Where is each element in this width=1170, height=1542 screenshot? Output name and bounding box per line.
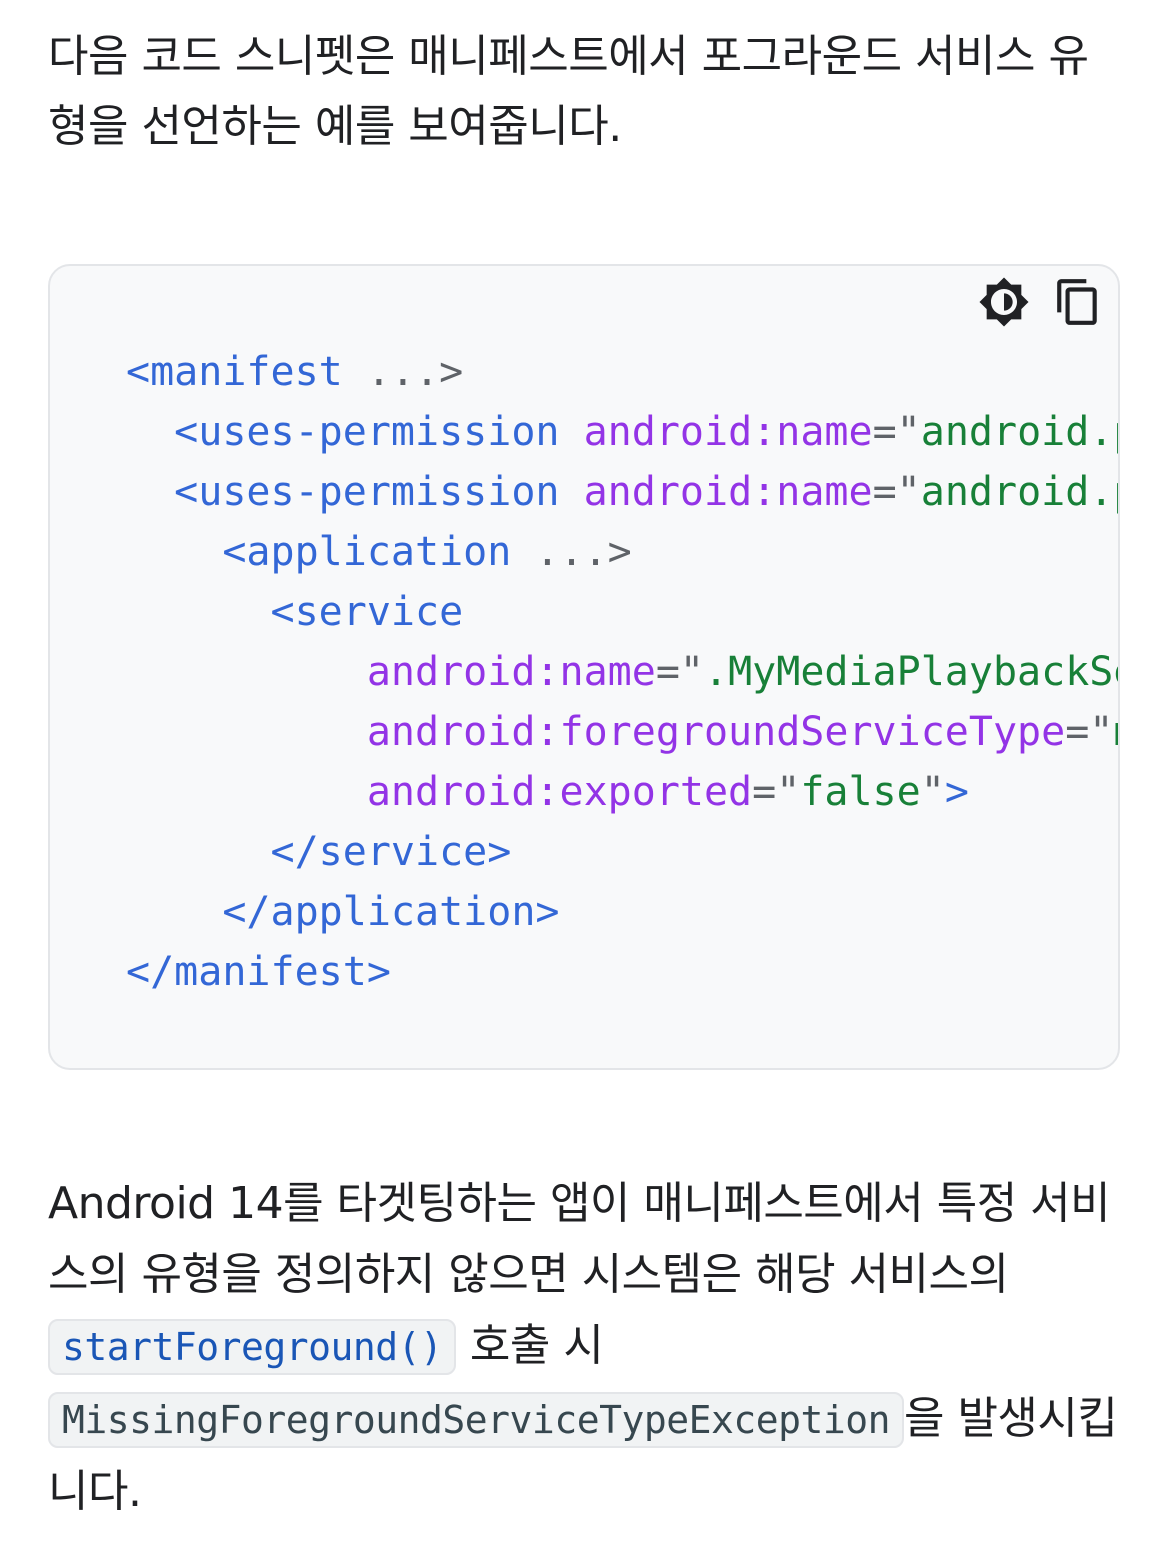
code-token-plain: " bbox=[920, 769, 945, 815]
code-line: <uses-permission android:name="android.p… bbox=[126, 462, 1118, 522]
code-token-plain: =" bbox=[752, 769, 801, 815]
inline-code-start-foreground[interactable]: startForeground() bbox=[48, 1319, 457, 1375]
copy-button[interactable] bbox=[1052, 276, 1104, 328]
code-toolbar bbox=[978, 276, 1104, 328]
code-token-plain: =" bbox=[872, 409, 921, 455]
code-token-tag: </manifest> bbox=[126, 949, 391, 995]
code-line: <service bbox=[126, 582, 1118, 642]
code-token-str: android.permission.FOREGROUND_SERVICE_ME… bbox=[920, 469, 1118, 515]
body-paragraph: Android 14를 타겟팅하는 앱이 매니페스트에서 특정 서비스의 유형을… bbox=[48, 1168, 1122, 1527]
code-line: <manifest ...> bbox=[126, 342, 1118, 402]
intro-paragraph: 다음 코드 스니펫은 매니페스트에서 포그라운드 서비스 유형을 선언하는 예를… bbox=[48, 31, 1089, 152]
code-token-tag: <uses-permission bbox=[174, 409, 560, 455]
body-text-before: Android 14를 타겟팅하는 앱이 매니페스트에서 특정 서비스의 유형을… bbox=[48, 1178, 1111, 1300]
code-token-tag: <service bbox=[270, 589, 464, 635]
code-token-attr: android:name bbox=[583, 409, 873, 455]
theme-toggle-button[interactable] bbox=[978, 276, 1030, 328]
code-line: <uses-permission android:name="android.p… bbox=[126, 402, 1120, 462]
code-line: android:exported="false"> bbox=[126, 762, 1118, 822]
code-line: </manifest> bbox=[126, 942, 1118, 1002]
code-token-attr: android:name bbox=[366, 649, 656, 695]
code-token-plain: =" bbox=[1065, 709, 1114, 755]
code-token-tag: <application bbox=[222, 529, 512, 575]
code-token-str: .MyMediaPlaybackService bbox=[703, 649, 1118, 695]
code-token-str: false bbox=[800, 769, 921, 815]
body-text-mid: 호출 시 bbox=[456, 1320, 604, 1371]
code-token-plain: =" bbox=[872, 469, 921, 515]
code-token-attr: android:foregroundServiceType bbox=[366, 709, 1066, 755]
brightness-theme-icon bbox=[979, 277, 1029, 327]
copy-icon bbox=[1057, 279, 1097, 325]
code-line: android:name=".MyMediaPlaybackService" bbox=[126, 642, 1118, 702]
code-token-plain: ...> bbox=[511, 529, 632, 575]
code-token-attr: android:exported bbox=[366, 769, 753, 815]
code-content: <manifest ...> <uses-permission android:… bbox=[126, 342, 1120, 1002]
inline-code-exception: MissingForegroundServiceTypeException bbox=[48, 1392, 904, 1448]
code-token-tag: </service> bbox=[270, 829, 512, 875]
code-token-tag: <manifest bbox=[126, 349, 343, 395]
code-token-plain: =" bbox=[655, 649, 704, 695]
code-token-str: mediaPlayback bbox=[1113, 709, 1118, 755]
code-line: <application ...> bbox=[126, 522, 1118, 582]
code-line: </service> bbox=[126, 822, 1118, 882]
code-line: </application> bbox=[126, 882, 1118, 942]
code-token-tag: > bbox=[944, 769, 969, 815]
code-token-tag: <uses-permission bbox=[174, 469, 560, 515]
code-line: android:foregroundServiceType="mediaPlay… bbox=[126, 702, 1118, 762]
code-token-tag: </application> bbox=[222, 889, 560, 935]
code-block: <manifest ...> <uses-permission android:… bbox=[48, 264, 1120, 1070]
code-token-str: android.permission.FOREGROUND_SERVICE bbox=[920, 409, 1120, 455]
code-token-plain: ...> bbox=[342, 349, 464, 395]
code-token-attr: android:name bbox=[583, 469, 873, 515]
